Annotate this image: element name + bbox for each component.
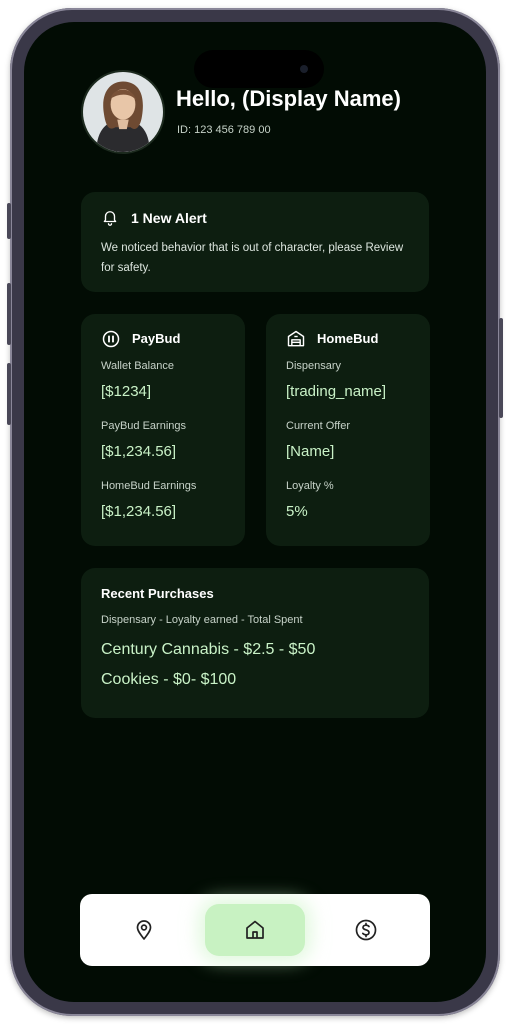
list-item[interactable]: Cookies - $0- $100	[101, 671, 236, 689]
loyalty-label: Loyalty %	[286, 480, 334, 492]
current-offer-value: [Name]	[286, 443, 335, 460]
volume-up-button	[7, 283, 11, 345]
dynamic-island	[194, 50, 324, 88]
dispensary-value: [trading_name]	[286, 383, 387, 400]
power-button	[499, 318, 503, 418]
dispensary-label: Dispensary	[286, 360, 342, 372]
current-offer-label: Current Offer	[286, 420, 350, 432]
paybud-title: PayBud	[132, 331, 181, 346]
volume-down-button	[7, 363, 11, 425]
nav-home-button[interactable]	[205, 904, 305, 956]
homebud-title: HomeBud	[317, 331, 379, 346]
homebud-earnings-value: [$1,234.56]	[101, 503, 177, 520]
wallet-icon	[102, 330, 120, 348]
wallet-balance-value: [$1234]	[101, 383, 152, 400]
list-item[interactable]: Century Cannabis - $2.5 - $50	[101, 641, 315, 659]
profile-photo-icon	[83, 72, 163, 152]
recent-purchases-title: Recent Purchases	[101, 586, 214, 601]
alert-title: 1 New Alert	[131, 210, 207, 226]
bell-icon	[103, 211, 117, 226]
recent-purchases-columns: Dispensary - Loyalty earned - Total Spen…	[101, 614, 303, 626]
dollar-icon	[355, 919, 377, 941]
nav-map-button[interactable]	[94, 904, 194, 956]
store-icon	[287, 330, 305, 347]
location-pin-icon	[136, 920, 152, 940]
paybud-earnings-label: PayBud Earnings	[101, 420, 186, 432]
bottom-nav	[80, 894, 430, 966]
recent-purchases-card[interactable]: Recent Purchases Dispensary - Loyalty ea…	[81, 568, 429, 718]
user-id: ID: 123 456 789 00	[177, 124, 271, 136]
phone-frame: Hello, (Display Name) ID: 123 456 789 00…	[7, 8, 503, 1016]
homebud-card[interactable]: HomeBud Dispensary [trading_name] Curren…	[266, 314, 430, 546]
loyalty-value: 5%	[286, 503, 308, 520]
wallet-balance-label: Wallet Balance	[101, 360, 174, 372]
alert-card[interactable]: 1 New Alert We noticed behavior that is …	[81, 192, 429, 292]
home-icon	[246, 920, 264, 939]
alert-message: We noticed behavior that is out of chara…	[101, 242, 404, 274]
avatar[interactable]	[81, 70, 165, 154]
greeting: Hello, (Display Name)	[176, 86, 401, 111]
action-button	[7, 203, 11, 239]
paybud-card[interactable]: PayBud Wallet Balance [$1234] PayBud Ear…	[81, 314, 245, 546]
nav-wallet-button[interactable]	[316, 904, 416, 956]
paybud-earnings-value: [$1,234.56]	[101, 443, 177, 460]
app-screen: Hello, (Display Name) ID: 123 456 789 00…	[24, 22, 486, 1002]
homebud-earnings-label: HomeBud Earnings	[101, 480, 197, 492]
